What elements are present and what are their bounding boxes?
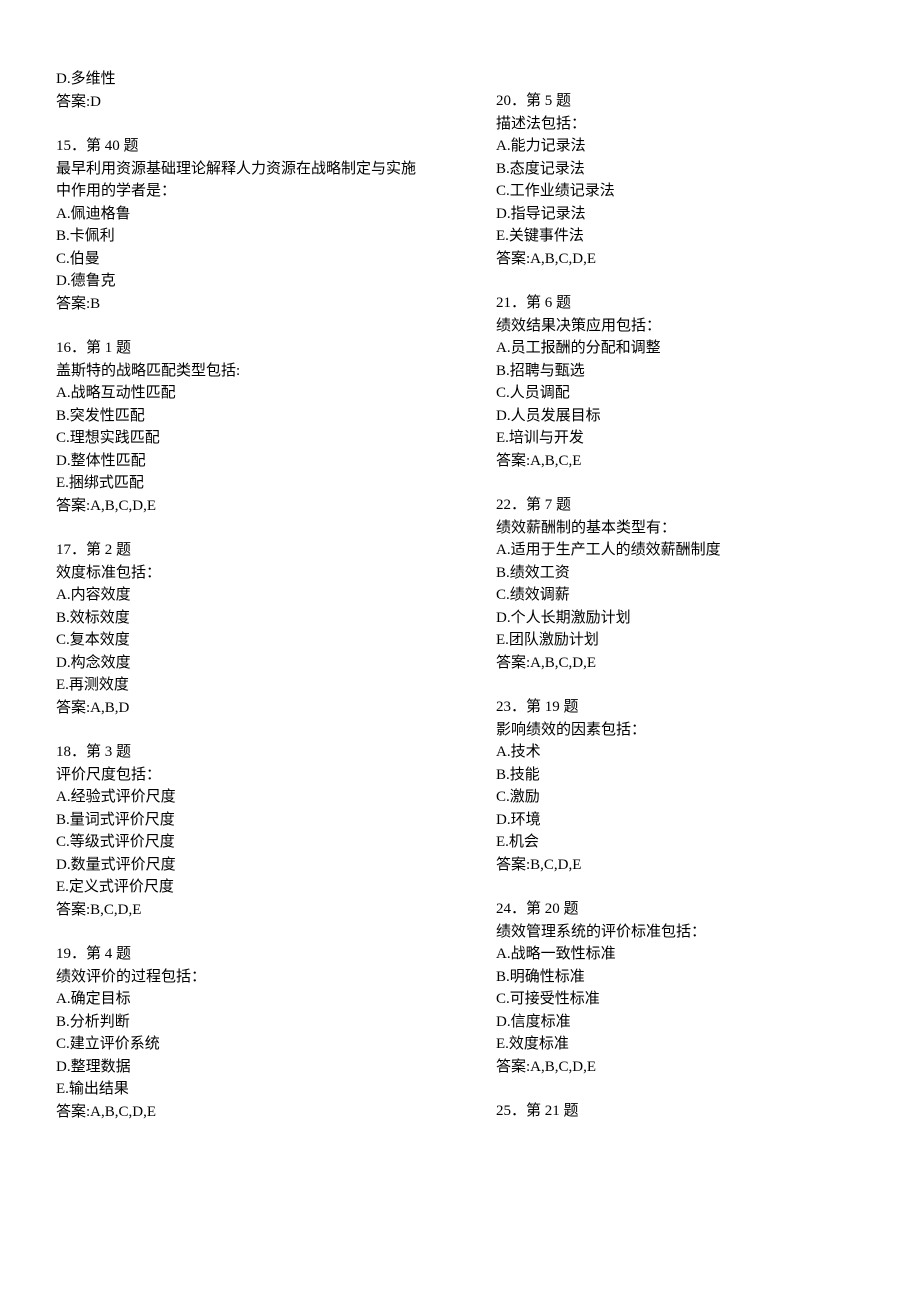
option-text: E.再测效度	[56, 674, 436, 697]
question-stem: 最早利用资源基础理论解释人力资源在战略制定与实施	[56, 158, 436, 181]
answer-text: 答案:A,B,C,D,E	[496, 1056, 876, 1079]
answer-text: 答案:D	[56, 91, 436, 114]
question-stem: 描述法包括：	[496, 113, 876, 136]
option-text: E.捆绑式匹配	[56, 472, 436, 495]
option-text: A.员工报酬的分配和调整	[496, 337, 876, 360]
option-text: B.技能	[496, 764, 876, 787]
option-text: D.环境	[496, 809, 876, 832]
option-text: C.伯曼	[56, 248, 436, 271]
question-heading: 25．第 21 题	[496, 1100, 876, 1123]
answer-text: 答案:A,B,C,D,E	[56, 495, 436, 518]
question-stem: 影响绩效的因素包括：	[496, 719, 876, 742]
option-text: D.指导记录法	[496, 203, 876, 226]
option-text: C.人员调配	[496, 382, 876, 405]
option-text: E.培训与开发	[496, 427, 876, 450]
question-stem: 绩效评价的过程包括：	[56, 966, 436, 989]
option-text: C.工作业绩记录法	[496, 180, 876, 203]
option-text: C.可接受性标准	[496, 988, 876, 1011]
question-stem: 绩效管理系统的评价标准包括：	[496, 921, 876, 944]
option-text: D.数量式评价尺度	[56, 854, 436, 877]
left-column: D.多维性 答案:D 15．第 40 题 最早利用资源基础理论解释人力资源在战略…	[56, 68, 436, 1123]
option-text: E.团队激励计划	[496, 629, 876, 652]
option-text: A.战略一致性标准	[496, 943, 876, 966]
option-text: E.输出结果	[56, 1078, 436, 1101]
option-text: C.复本效度	[56, 629, 436, 652]
option-text: A.战略互动性匹配	[56, 382, 436, 405]
option-text: A.内容效度	[56, 584, 436, 607]
option-text: B.量词式评价尺度	[56, 809, 436, 832]
question-stem: 盖斯特的战略匹配类型包括:	[56, 360, 436, 383]
question-heading: 19．第 4 题	[56, 943, 436, 966]
option-text: B.卡佩利	[56, 225, 436, 248]
question-stem: 评价尺度包括：	[56, 764, 436, 787]
option-text: D.整理数据	[56, 1056, 436, 1079]
option-text: C.理想实践匹配	[56, 427, 436, 450]
option-text: A.技术	[496, 741, 876, 764]
option-text: C.绩效调薪	[496, 584, 876, 607]
option-text: B.突发性匹配	[56, 405, 436, 428]
option-text: B.分析判断	[56, 1011, 436, 1034]
question-heading: 15．第 40 题	[56, 135, 436, 158]
answer-text: 答案:A,B,D	[56, 697, 436, 720]
option-text: B.态度记录法	[496, 158, 876, 181]
option-text: E.机会	[496, 831, 876, 854]
page: D.多维性 答案:D 15．第 40 题 最早利用资源基础理论解释人力资源在战略…	[0, 0, 920, 1302]
option-text: A.适用于生产工人的绩效薪酬制度	[496, 539, 876, 562]
option-text: B.效标效度	[56, 607, 436, 630]
option-text: D.德鲁克	[56, 270, 436, 293]
question-stem: 绩效薪酬制的基本类型有：	[496, 517, 876, 540]
question-stem: 效度标准包括：	[56, 562, 436, 585]
option-text: D.构念效度	[56, 652, 436, 675]
option-text: C.激励	[496, 786, 876, 809]
question-heading: 20．第 5 题	[496, 90, 876, 113]
option-text: A.佩迪格鲁	[56, 203, 436, 226]
answer-text: 答案:B,C,D,E	[56, 899, 436, 922]
question-heading: 16．第 1 题	[56, 337, 436, 360]
option-text: C.等级式评价尺度	[56, 831, 436, 854]
answer-text: 答案:A,B,C,E	[496, 450, 876, 473]
columns: D.多维性 答案:D 15．第 40 题 最早利用资源基础理论解释人力资源在战略…	[56, 68, 876, 1123]
answer-text: 答案:A,B,C,D,E	[56, 1101, 436, 1124]
question-heading: 21．第 6 题	[496, 292, 876, 315]
question-heading: 18．第 3 题	[56, 741, 436, 764]
option-text: C.建立评价系统	[56, 1033, 436, 1056]
answer-text: 答案:B	[56, 293, 436, 316]
option-text: A.经验式评价尺度	[56, 786, 436, 809]
question-heading: 24．第 20 题	[496, 898, 876, 921]
option-text: D.个人长期激励计划	[496, 607, 876, 630]
question-heading: 17．第 2 题	[56, 539, 436, 562]
option-text: A.确定目标	[56, 988, 436, 1011]
option-text: D.整体性匹配	[56, 450, 436, 473]
option-text: B.招聘与甄选	[496, 360, 876, 383]
right-column: 20．第 5 题 描述法包括： A.能力记录法 B.态度记录法 C.工作业绩记录…	[496, 68, 876, 1123]
question-heading: 22．第 7 题	[496, 494, 876, 517]
answer-text: 答案:A,B,C,D,E	[496, 248, 876, 271]
option-text: D.人员发展目标	[496, 405, 876, 428]
question-stem: 绩效结果决策应用包括：	[496, 315, 876, 338]
option-text: E.关键事件法	[496, 225, 876, 248]
question-stem: 中作用的学者是：	[56, 180, 436, 203]
option-text: B.明确性标准	[496, 966, 876, 989]
option-text: B.绩效工资	[496, 562, 876, 585]
option-text: D.多维性	[56, 68, 436, 91]
question-heading: 23．第 19 题	[496, 696, 876, 719]
option-text: E.定义式评价尺度	[56, 876, 436, 899]
option-text: A.能力记录法	[496, 135, 876, 158]
answer-text: 答案:A,B,C,D,E	[496, 652, 876, 675]
option-text: D.信度标准	[496, 1011, 876, 1034]
option-text: E.效度标准	[496, 1033, 876, 1056]
answer-text: 答案:B,C,D,E	[496, 854, 876, 877]
